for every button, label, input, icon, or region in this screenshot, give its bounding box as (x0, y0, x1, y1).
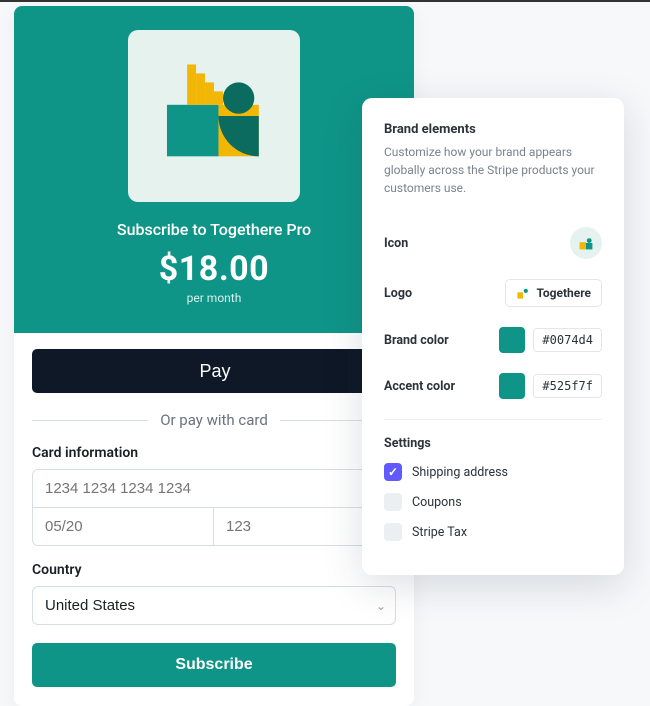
country-label: Country (32, 562, 396, 578)
setting-label: Shipping address (412, 465, 508, 480)
product-logo (128, 30, 300, 202)
subscribe-title: Subscribe to Togethere Pro (34, 220, 394, 239)
togethere-logo-icon (158, 60, 270, 172)
apple-pay-label: Pay (199, 361, 230, 382)
checkbox-coupons[interactable] (384, 493, 402, 511)
price: $18.00 (34, 249, 394, 289)
panel-divider (384, 419, 602, 420)
panel-description: Customize how your brand appears globall… (384, 143, 602, 197)
pay-divider: Or pay with card (32, 411, 396, 429)
card-info-label: Card information (32, 445, 396, 461)
brand-color-row: Brand color #0074d4 (384, 327, 602, 353)
accent-color-label: Accent color (384, 379, 455, 394)
divider-text: Or pay with card (160, 411, 268, 429)
logo-label: Logo (384, 286, 412, 301)
setting-stripe-tax: Stripe Tax (384, 523, 602, 541)
togethere-mini-icon (578, 235, 594, 251)
brand-color-value[interactable]: #0074d4 (533, 328, 602, 352)
card-input-group (32, 469, 396, 546)
checkout-hero: Subscribe to Togethere Pro $18.00 per mo… (14, 6, 414, 333)
setting-shipping-address: Shipping address (384, 463, 602, 481)
billing-period: per month (34, 291, 394, 305)
checkout-body: Pay Or pay with card Card information Co… (14, 333, 414, 705)
setting-coupons: Coupons (384, 493, 602, 511)
brand-color-swatch[interactable] (499, 327, 525, 353)
logo-text: Togethere (536, 286, 591, 300)
setting-label: Stripe Tax (412, 525, 467, 540)
settings-heading: Settings (384, 436, 602, 451)
setting-label: Coupons (412, 495, 462, 510)
card-number-input[interactable] (33, 470, 395, 507)
icon-row: Icon (384, 227, 602, 259)
apple-pay-button[interactable]: Pay (32, 349, 396, 393)
country-select[interactable]: United States (32, 586, 396, 625)
checkbox-shipping[interactable] (384, 463, 402, 481)
brand-logo-preview[interactable]: Togethere (505, 279, 602, 307)
brand-settings-panel: Brand elements Customize how your brand … (362, 98, 624, 575)
accent-color-row: Accent color #525f7f (384, 373, 602, 399)
checkbox-stripe-tax[interactable] (384, 523, 402, 541)
panel-title: Brand elements (384, 122, 602, 137)
checkout-card: Subscribe to Togethere Pro $18.00 per mo… (14, 6, 414, 706)
subscribe-button[interactable]: Subscribe (32, 643, 396, 687)
icon-label: Icon (384, 236, 408, 251)
brand-color-label: Brand color (384, 333, 449, 348)
accent-color-swatch[interactable] (499, 373, 525, 399)
brand-icon-preview[interactable] (570, 227, 602, 259)
accent-color-value[interactable]: #525f7f (533, 374, 602, 398)
card-expiry-input[interactable] (33, 508, 214, 545)
country-select-wrap: United States ⌄ (32, 586, 396, 625)
togethere-mini-icon (516, 286, 530, 300)
divider-line (32, 420, 148, 421)
logo-row: Logo Togethere (384, 279, 602, 307)
